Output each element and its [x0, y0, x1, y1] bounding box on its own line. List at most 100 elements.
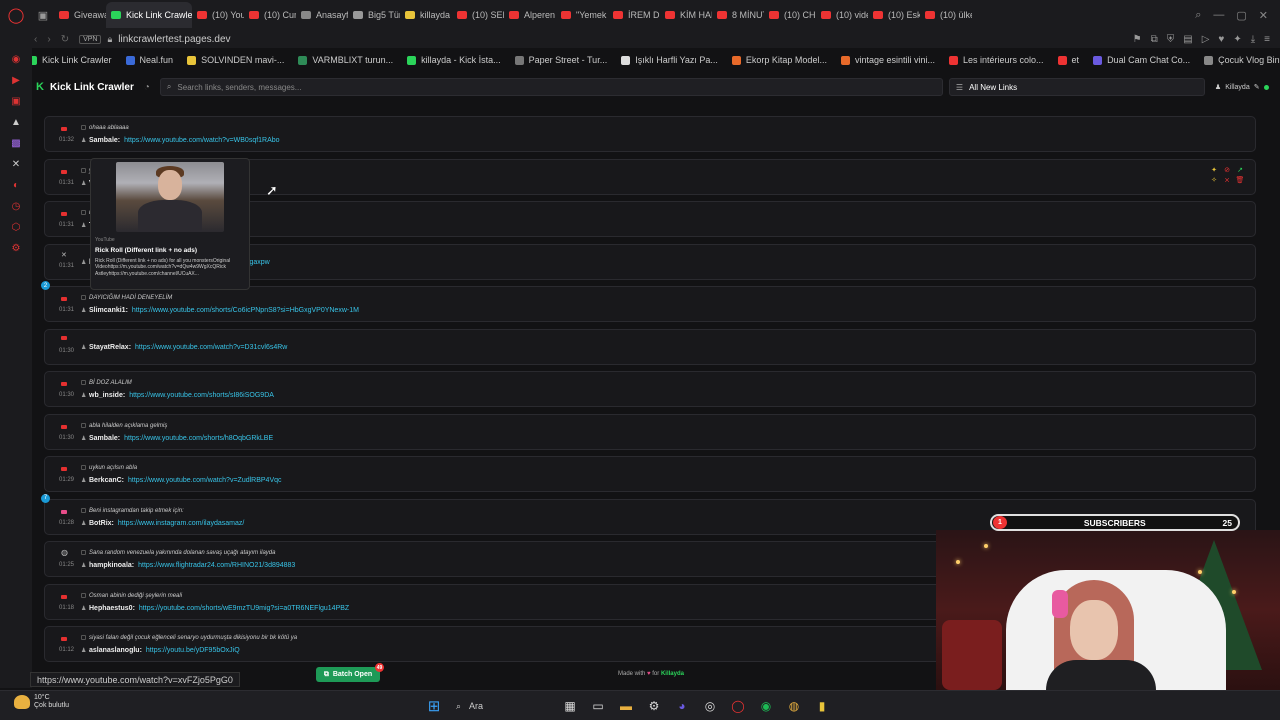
heart-icon[interactable]: ♥ [1218, 34, 1224, 45]
menu-icon[interactable]: ≡ [1264, 34, 1270, 45]
filter-select[interactable]: ☰ All New Links [948, 78, 1205, 96]
browser-tab[interactable]: Giveawa [54, 2, 106, 28]
browser-tab[interactable]: "Yemek [556, 2, 608, 28]
browser-tab[interactable]: Alperen [504, 2, 556, 28]
sidebar-news-icon[interactable]: ▣ [11, 96, 20, 107]
bookmark-item[interactable]: Les intérieurs colo... [949, 55, 1044, 65]
taskbar-search[interactable]: ⌕ Ara [452, 696, 552, 716]
settings-icon[interactable]: ⚙ [644, 696, 664, 716]
link-card[interactable]: abla hilalden açıklama gelmiş 01:30 ♟ Samba… [44, 413, 1256, 450]
browser-tab[interactable]: Kick Link Crawler [106, 2, 192, 28]
link-url[interactable]: https://www.youtube.com/shorts/sI86iSOG9… [129, 392, 274, 399]
obs-icon[interactable]: ◎ [700, 696, 720, 716]
browser-tab[interactable]: (10) SEN [452, 2, 504, 28]
browser-tab[interactable]: Anasayf [296, 2, 348, 28]
sidebar-x-icon[interactable]: ✕ [12, 159, 20, 170]
sidebar-home-icon[interactable]: ◉ [12, 54, 21, 65]
maximize-icon[interactable]: ▢ [1236, 9, 1246, 22]
mark-icon[interactable]: ✧ [1209, 176, 1219, 184]
user-status[interactable]: ♟ Killayda ✎ [1215, 83, 1269, 91]
edit-icon[interactable]: ✎ [1254, 83, 1260, 91]
back-icon[interactable]: ‹ [34, 34, 37, 45]
lock-icon[interactable]: 🔒︎ [107, 34, 112, 45]
link-card[interactable]: Bİ DOZ ALALIM 01:30 ♟ wb_inside: https://www… [44, 371, 1256, 407]
bookmark-icon[interactable]: ⚑ [1133, 34, 1142, 45]
open-icon[interactable]: ↗ [1235, 166, 1245, 174]
vpn-badge[interactable]: VPN [79, 34, 102, 44]
discord-icon[interactable]: ◕ [672, 696, 692, 716]
block-icon[interactable]: ⊘ [1222, 166, 1232, 174]
sidebar-history-icon[interactable]: ◷ [12, 201, 21, 212]
bookmark-item[interactable]: Ekorp Kitap Model... [731, 55, 827, 65]
link-card[interactable]: 01:30 ♟ StayatRelax: https://www.youtube.co… [44, 328, 1256, 365]
link-card[interactable]: ohaaa ablaaaa 01:32 ♟ Sambale: https://www.y… [44, 116, 1256, 152]
opera-taskbar-icon[interactable]: ◯ [728, 696, 748, 716]
sidebar-aria-icon[interactable]: ▲ [11, 117, 21, 128]
batch-open-button[interactable]: ⧉ Batch Open 49 [316, 663, 384, 682]
link-card[interactable]: uykun açılsın abla 01:29 ♟ BerkcanC: https:/… [44, 456, 1256, 492]
minimize-icon[interactable]: — [1213, 9, 1224, 22]
bookmark-item[interactable]: Çocuk Vlog Bingosu [1204, 55, 1280, 65]
github-icon[interactable]: ◔ [144, 82, 150, 93]
link-url[interactable]: https://youtube.com/shorts/wE9mzTU9mig?s… [139, 605, 349, 612]
close-window-icon[interactable]: ✕ [1259, 9, 1268, 22]
browser-tab[interactable]: (10) Eski [868, 2, 920, 28]
browser-tab[interactable]: Big5 Tür [348, 2, 400, 28]
bookmark-item[interactable]: Dual Cam Chat Co... [1093, 55, 1190, 65]
tab-search-icon[interactable]: ⌕ [1195, 9, 1201, 22]
bookmark-item[interactable]: Paper Street - Tur... [514, 55, 607, 65]
app-logo[interactable]: K Kick Link Crawler [32, 81, 134, 93]
pin-icon[interactable]: ✦ [1209, 166, 1219, 174]
browser-tab[interactable]: (10) ülke [920, 2, 972, 28]
reload-icon[interactable]: ↻ [61, 34, 69, 45]
bookmark-item[interactable]: vintage esintili vini... [840, 55, 935, 65]
task-view-icon[interactable]: ▭ [588, 696, 608, 716]
browser-tab[interactable]: KİM HAK [660, 2, 712, 28]
browser-tab[interactable]: killayda [400, 2, 452, 28]
link-card[interactable]: 2 DAYICIĞIM HADİ DENEYELİM 01:31 ♟ Slimcanki… [41, 281, 1256, 322]
wallet-icon[interactable]: ▤ [1183, 34, 1192, 45]
link-url[interactable]: https://www.youtube.com/shorts/Co6icPNpn… [132, 307, 359, 314]
sidebar-music-icon[interactable]: ◐ [13, 180, 19, 191]
made-by-link[interactable]: Killayda [661, 671, 684, 677]
play-icon[interactable]: ▷ [1202, 34, 1210, 45]
bookmark-item[interactable]: SOLVINDEN mavi-... [187, 55, 284, 65]
snapshot-icon[interactable]: ⧉ [1151, 34, 1158, 45]
chrome-icon[interactable]: ◍ [784, 696, 804, 716]
bookmark-item[interactable]: Kick Link Crawler [28, 55, 112, 65]
forward-icon[interactable]: › [47, 34, 50, 45]
sidebar-cube-icon[interactable]: ⬡ [12, 222, 21, 233]
search-input[interactable]: ⌕ Search links, senders, messages... [159, 78, 943, 96]
link-url[interactable]: https://www.flightradar24.com/RHINO21/3d… [138, 562, 295, 569]
link-url[interactable]: https://youtu.be/yDF95bOxJiQ [146, 647, 240, 654]
bookmark-item[interactable]: VARMBLIXT turun... [298, 55, 393, 65]
browser-tab[interactable]: (10) You [192, 2, 244, 28]
bookmark-item[interactable]: killayda - Kick İsta... [407, 55, 501, 65]
browser-tab[interactable]: (10) vide [816, 2, 868, 28]
bookmark-item[interactable]: Neal.fun [125, 55, 173, 65]
tab-menu-icon[interactable]: ▣ [32, 9, 54, 22]
link-url[interactable]: https://www.youtube.com/shorts/h8OqbGRkL… [124, 435, 273, 442]
sidebar-settings-icon[interactable]: ⚙ [12, 243, 21, 254]
link-url[interactable]: https://www.youtube.com/watch?v=WB0sqf1R… [124, 137, 279, 144]
link-url[interactable]: https://www.instagram.com/ilaydasamaz/ [118, 520, 244, 527]
widgets-icon[interactable]: ▦ [560, 696, 580, 716]
file-explorer-icon[interactable]: ▬ [616, 696, 636, 716]
mute-icon[interactable]: ⨯ [1222, 176, 1232, 184]
downloads-icon[interactable]: ⤓ [1251, 34, 1255, 45]
sidebar-youtube-icon[interactable]: ▶ [12, 75, 20, 86]
browser-tab[interactable]: İREM DE [608, 2, 660, 28]
app-icon[interactable]: ▮ [812, 696, 832, 716]
sidebar-twitch-icon[interactable]: ▩ [11, 138, 20, 149]
bookmark-item[interactable]: Işıklı Harfli Yazı Pa... [621, 55, 718, 65]
windows-start-icon[interactable]: ⊞ [424, 696, 444, 716]
bookmark-item[interactable]: et [1057, 55, 1079, 65]
delete-icon[interactable]: 🗑︎ [1235, 176, 1245, 184]
browser-tab[interactable]: (10) Cum [244, 2, 296, 28]
shield-icon[interactable]: ⛨ [1167, 34, 1175, 45]
weather-widget[interactable]: 10°C Çok bulutlu [14, 694, 69, 711]
browser-tab[interactable]: (10) CHR [764, 2, 816, 28]
opera-logo-icon[interactable]: ◯ [0, 0, 32, 30]
link-url[interactable]: https://www.youtube.com/watch?v=D31cvl6s… [135, 344, 287, 351]
browser-tab[interactable]: 8 MİNUT [712, 2, 764, 28]
